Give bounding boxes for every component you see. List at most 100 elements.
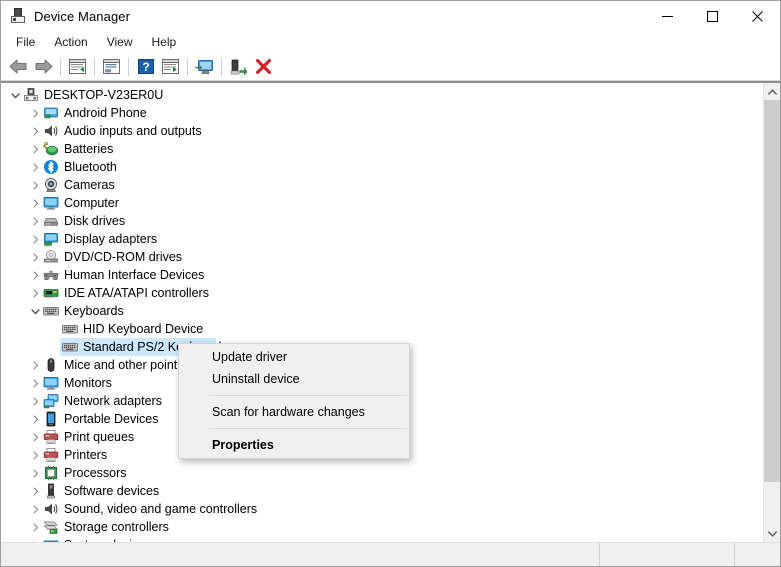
svg-text:?: ? [142,60,149,74]
chevron-right-icon[interactable] [27,266,43,284]
tree-row-root[interactable]: DESKTOP-V23ER0U [1,86,763,104]
chevron-right-icon[interactable] [27,230,43,248]
device-manager-window: Device Manager File Action View Help ? D… [0,0,781,567]
context-menu-item-update-driver[interactable]: Update driver [179,346,409,368]
tree-row-label: Cameras [64,178,115,192]
context-menu-item-scan-for-hardware-changes[interactable]: Scan for hardware changes [179,401,409,423]
chevron-right-icon[interactable] [27,104,43,122]
keyboard-icon [43,303,59,319]
tree-row-label: IDE ATA/ATAPI controllers [64,286,209,300]
scrollbar-thumb[interactable] [764,100,780,482]
tree-row-label: System devices [64,536,152,542]
chevron-right-icon[interactable] [27,446,43,464]
back-arrow-icon[interactable] [6,55,31,79]
tree-row-keyboards[interactable]: Keyboards [1,302,763,320]
tree-row-software-devices[interactable]: Software devices [1,482,763,500]
chevron-right-icon[interactable] [27,158,43,176]
context-menu-item-uninstall-device[interactable]: Uninstall device [179,368,409,390]
chevron-down-icon[interactable] [7,86,23,104]
chevron-right-icon[interactable] [27,356,43,374]
scrollbar-down-arrow[interactable] [764,525,780,542]
context-menu-item-properties[interactable]: Properties [179,434,409,456]
print-queue-icon [43,429,59,445]
tree-row-label: Printers [64,448,108,462]
chevron-right-icon[interactable] [27,140,43,158]
scrollbar-up-arrow[interactable] [764,83,780,100]
vertical-scrollbar[interactable] [763,83,780,542]
uninstall-device-icon[interactable] [251,55,276,79]
tree-row-label: Processors [64,466,127,480]
tree-row-human-interface-devices[interactable]: Human Interface Devices [1,266,763,284]
forward-arrow-icon[interactable] [31,55,56,79]
chevron-right-icon[interactable] [27,122,43,140]
tree-row-label: DVD/CD-ROM drives [64,250,183,264]
tree-row-android-phone[interactable]: Android Phone [1,104,763,122]
maximize-button[interactable] [690,1,735,31]
chevron-right-icon[interactable] [27,464,43,482]
scrollbar-track[interactable] [764,100,780,525]
chevron-right-icon[interactable] [27,212,43,230]
update-driver-icon[interactable] [158,55,183,79]
chevron-right-icon[interactable] [27,536,43,542]
tree-row-batteries[interactable]: Batteries [1,140,763,158]
help-icon[interactable]: ? [133,55,158,79]
chevron-right-icon[interactable] [27,428,43,446]
system-device-icon [43,537,59,542]
chevron-down-icon[interactable] [27,302,43,320]
tree-row-disk-drives[interactable]: Disk drives [1,212,763,230]
show-hide-console-tree-icon[interactable] [65,55,90,79]
monitor-icon [43,375,59,391]
tree-row-bluetooth[interactable]: Bluetooth [1,158,763,176]
mouse-icon [43,357,59,373]
status-pane-main [1,543,600,566]
close-button[interactable] [735,1,780,31]
tree-row-system-devices[interactable]: System devices [1,536,763,542]
tree-row-display-adapters[interactable]: Display adapters [1,230,763,248]
menu-view[interactable]: View [98,32,142,52]
chevron-right-icon[interactable] [27,410,43,428]
tree-row-label: Monitors [64,376,112,390]
tree-row-dvd-cdrom-drives[interactable]: DVD/CD-ROM drives [1,248,763,266]
tree-row-sound-video-and-game-controllers[interactable]: Sound, video and game controllers [1,500,763,518]
toolbar-separator [94,57,95,76]
chevron-right-icon[interactable] [27,248,43,266]
enable-device-icon[interactable] [226,55,251,79]
toolbar-separator [128,57,129,76]
window-title: Device Manager [34,8,131,24]
device-tree[interactable]: DESKTOP-V23ER0U Android Phone Audio inpu… [1,83,763,542]
menu-action[interactable]: Action [45,32,96,52]
device-manager-icon [10,8,26,24]
scan-hardware-changes-icon[interactable] [192,55,217,79]
minimize-button[interactable] [645,1,690,31]
dvd-drive-icon [43,249,59,265]
menu-bar: File Action View Help [1,31,780,53]
tree-row-hid-keyboard-device[interactable]: HID Keyboard Device [1,320,763,338]
speaker-icon [43,501,59,517]
chevron-right-icon[interactable] [27,194,43,212]
tree-row-computer[interactable]: Computer [1,194,763,212]
computer-root-icon [23,87,39,103]
monitor-icon [43,195,59,211]
menu-file[interactable]: File [7,32,44,52]
chevron-right-icon[interactable] [27,284,43,302]
menu-help[interactable]: Help [143,32,186,52]
context-menu-separator [209,428,407,429]
tree-row-cameras[interactable]: Cameras [1,176,763,194]
chevron-right-icon[interactable] [27,500,43,518]
chevron-right-icon[interactable] [27,374,43,392]
chevron-right-icon[interactable] [27,392,43,410]
tree-row-processors[interactable]: Processors [1,464,763,482]
disk-drive-icon [43,213,59,229]
tree-row-storage-controllers[interactable]: Storage controllers [1,518,763,536]
chevron-right-icon[interactable] [27,176,43,194]
context-menu[interactable]: Update driver Uninstall device Scan for … [178,343,410,459]
tree-row-audio-inputs-and-outputs[interactable]: Audio inputs and outputs [1,122,763,140]
properties-icon[interactable] [99,55,124,79]
android-phone-icon [43,105,59,121]
chevron-right-icon[interactable] [27,482,43,500]
status-bar [1,542,780,566]
chevron-right-icon[interactable] [27,518,43,536]
storage-controller-icon [43,519,59,535]
tree-row-ide-ata-atapi-controllers[interactable]: IDE ATA/ATAPI controllers [1,284,763,302]
portable-device-icon [43,411,59,427]
